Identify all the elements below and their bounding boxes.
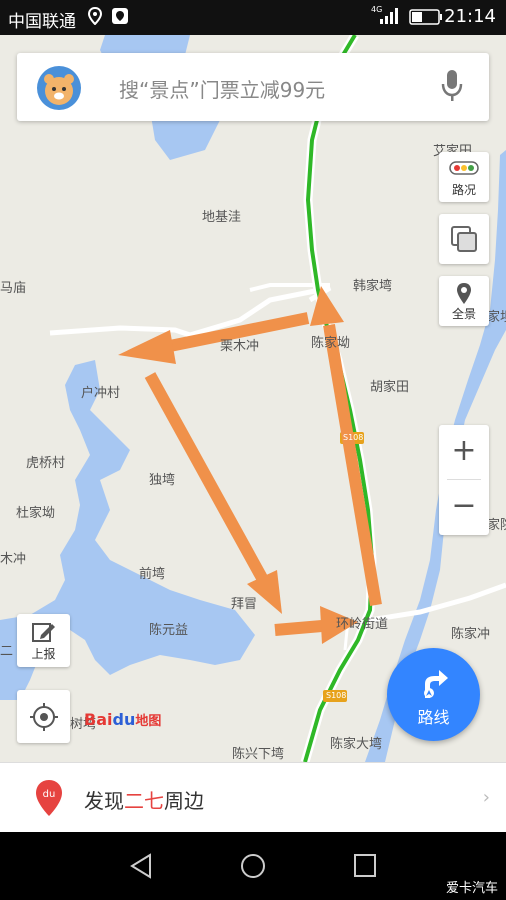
edit-icon: [32, 621, 56, 647]
locate-icon: [30, 703, 58, 735]
status-bar: 中国联通 4G 21:14: [0, 0, 506, 35]
du-pin-icon: du: [35, 779, 63, 821]
chevron-right-icon: ›: [482, 787, 490, 808]
map-label: 二: [0, 644, 14, 659]
search-input[interactable]: 搜“景点”门票立减99元: [119, 74, 325, 103]
map-label: 木冲: [0, 552, 27, 567]
map-label: 陈家冲: [451, 627, 491, 642]
signal-icon: [378, 7, 400, 30]
map-label: 杜家坳: [16, 506, 56, 521]
discover-suffix: 周边: [164, 789, 204, 813]
logo-du: du: [112, 710, 136, 729]
location-icon: [87, 6, 103, 30]
route-button[interactable]: 路线: [387, 648, 480, 741]
map-label: 马庙: [0, 281, 27, 296]
report-button[interactable]: 上报: [17, 614, 70, 667]
layers-button[interactable]: [439, 214, 489, 264]
map-label: 陈家大塆: [330, 737, 383, 752]
map-label: 拜冒: [231, 597, 258, 612]
discover-prefix: 发现: [84, 789, 124, 813]
map-label: 户冲村: [81, 386, 121, 401]
layers-icon: [450, 225, 478, 257]
avatar[interactable]: [37, 66, 81, 110]
home-icon[interactable]: [239, 852, 267, 884]
road-shield: S108: [326, 691, 347, 700]
map-label: 韩家塆: [353, 279, 393, 294]
zoom-controls: + −: [439, 425, 489, 535]
discover-title: 发现二七周边: [84, 785, 204, 814]
map-label: 家坝: [487, 310, 506, 325]
carrier-label: 中国联通: [8, 12, 76, 32]
map-label: 陈元益: [149, 623, 189, 638]
logo-bai: Bai: [84, 710, 113, 729]
map-label: 胡家田: [370, 380, 410, 395]
map-label: 环岭街道: [336, 617, 389, 632]
baidu-logo: Baidu地图: [84, 710, 161, 729]
traffic-label: 路况: [451, 183, 476, 197]
clock: 21:14: [444, 6, 496, 27]
map-label: 独塆: [149, 473, 176, 488]
map-label: 虎桥村: [26, 456, 66, 471]
map-label: 陈兴下塆: [232, 747, 285, 762]
map-label: 前塆: [139, 567, 166, 582]
system-nav-bar: 爱卡汽车: [0, 832, 506, 900]
route-label: 路线: [417, 708, 450, 727]
svg-text:du: du: [43, 789, 56, 800]
panorama-button[interactable]: 全景: [439, 276, 489, 326]
back-icon[interactable]: [128, 852, 154, 884]
road-shield: S108: [343, 433, 364, 442]
watermark: 爱卡汽车: [445, 881, 498, 896]
recents-icon[interactable]: [352, 852, 378, 884]
panorama-label: 全景: [451, 307, 476, 321]
zoom-out-button[interactable]: −: [439, 480, 489, 535]
discover-nearby-panel[interactable]: du 发现二七周边 ›: [0, 762, 506, 832]
microphone-icon[interactable]: [441, 69, 463, 107]
map-label: 家院: [487, 518, 506, 533]
search-bar[interactable]: 搜“景点”门票立减99元: [17, 53, 489, 121]
route-arrow-icon: [419, 664, 449, 704]
map-label: 陈家坳: [311, 336, 351, 351]
zoom-in-button[interactable]: +: [439, 425, 489, 480]
map-label: 地基洼: [202, 210, 242, 225]
battery-icon: [409, 9, 443, 30]
traffic-light-icon: [449, 160, 479, 179]
locate-button[interactable]: [17, 690, 70, 743]
discover-highlight: 二七: [124, 789, 164, 813]
report-label: 上报: [31, 647, 56, 661]
map-app-icon: [111, 7, 129, 30]
traffic-button[interactable]: 路况: [439, 152, 489, 202]
map-label: 栗木冲: [220, 339, 260, 354]
logo-map: 地图: [135, 714, 162, 729]
